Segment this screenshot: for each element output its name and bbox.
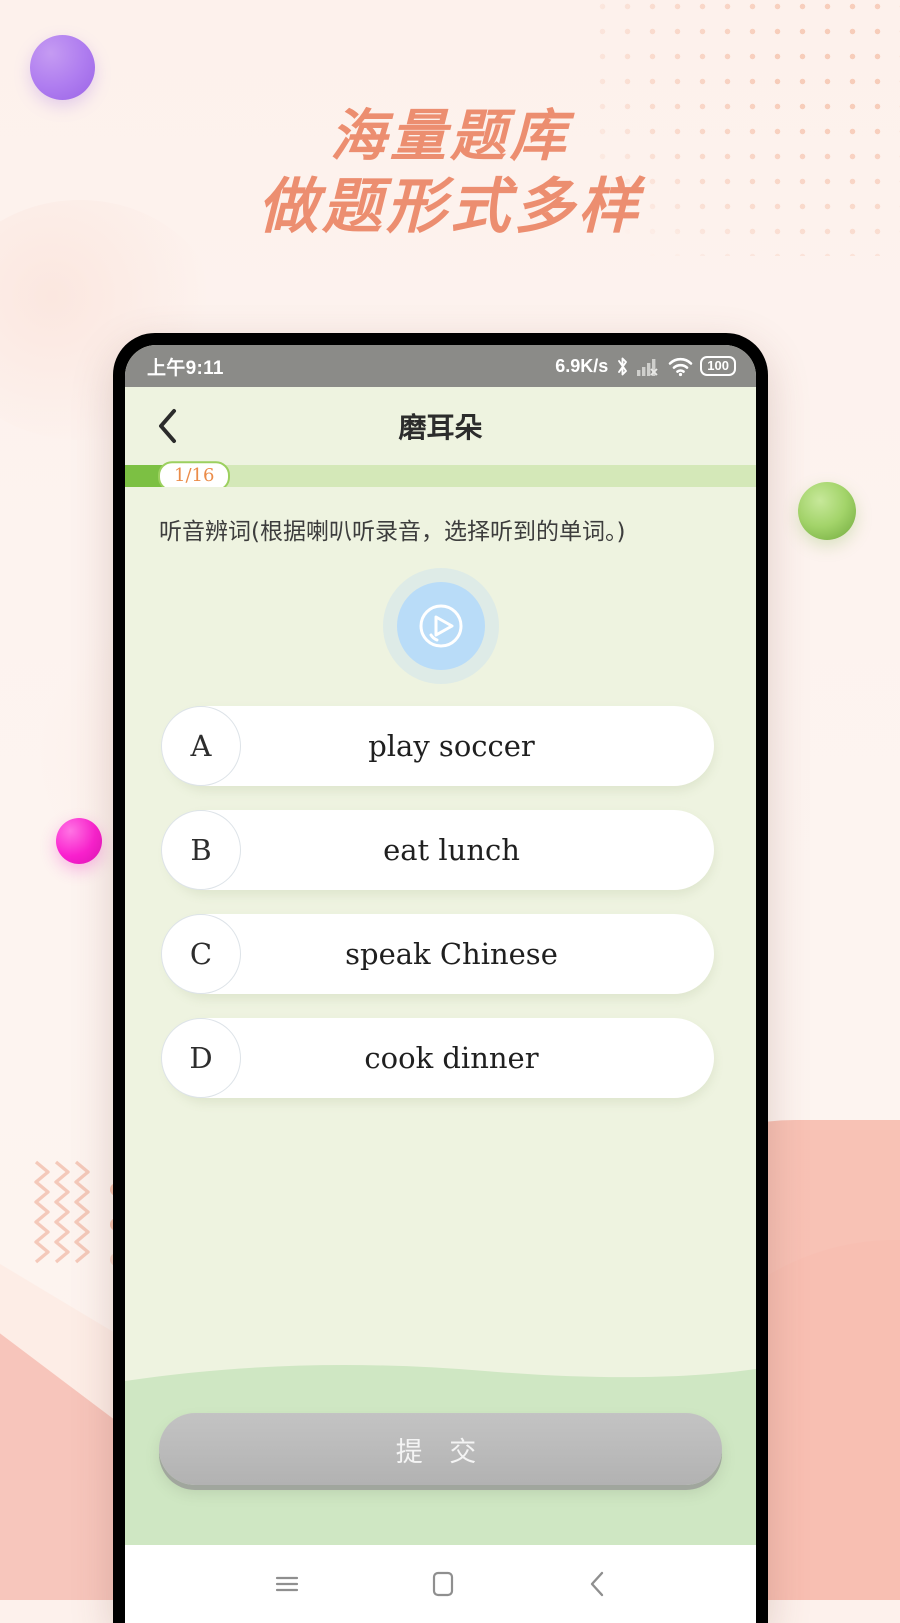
option-letter-badge: C (161, 914, 241, 995)
poster-headline: 海量题库 做题形式多样 (0, 104, 900, 245)
bluetooth-icon (615, 356, 630, 377)
home-button[interactable] (429, 1568, 457, 1600)
nav-back-button[interactable] (585, 1569, 609, 1599)
submit-button[interactable]: 提 交 (159, 1413, 722, 1485)
answer-option-a[interactable]: A play soccer (161, 706, 714, 787)
back-button[interactable] (147, 406, 187, 446)
headline-line-2: 做题形式多样 (258, 172, 642, 243)
battery-indicator: 100 (700, 355, 736, 377)
phone-screen: 上午9:11 6.9K/s 100 磨耳朵 1/16 听音辨词(根据喇叭听录音，… (125, 345, 756, 1623)
submit-footer: 提 交 (125, 1365, 756, 1545)
audio-player-area (125, 582, 756, 671)
option-letter-badge: D (161, 1018, 241, 1099)
option-text: play soccer (368, 729, 535, 764)
chevron-left-icon (590, 1571, 603, 1597)
option-text: eat lunch (383, 833, 520, 868)
recents-button[interactable] (273, 1570, 301, 1598)
answer-option-d[interactable]: D cook dinner (161, 1018, 714, 1099)
option-letter-badge: B (161, 810, 241, 891)
green-sphere-icon (798, 482, 856, 540)
question-prompt: 听音辨词(根据喇叭听录音，选择听到的单词。) (159, 519, 626, 545)
signal-bars-icon (637, 356, 661, 377)
android-navigation-bar (125, 1545, 756, 1623)
question-body: 听音辨词(根据喇叭听录音，选择听到的单词。) A play soccer B e… (125, 487, 756, 1385)
play-audio-button[interactable] (396, 582, 485, 671)
magenta-sphere-icon (56, 818, 102, 864)
chevron-left-icon (159, 409, 176, 443)
zigzag-pattern (34, 1160, 90, 1264)
menu-icon (275, 1576, 298, 1592)
answer-option-b[interactable]: B eat lunch (161, 810, 714, 891)
answer-options-list: A play soccer B eat lunch C speak Chines… (161, 706, 714, 1099)
play-circle-icon (419, 604, 462, 648)
answer-option-c[interactable]: C speak Chinese (161, 914, 714, 995)
status-bar-indicators: 6.9K/s 100 (555, 356, 736, 377)
square-icon (432, 1571, 453, 1597)
option-letter-badge: A (161, 706, 241, 787)
app-header: 磨耳朵 (125, 387, 756, 465)
status-bar: 上午9:11 6.9K/s 100 (125, 345, 756, 387)
wifi-icon (668, 356, 693, 377)
status-bar-network-speed: 6.9K/s (555, 355, 609, 376)
progress-bar: 1/16 (125, 461, 756, 491)
status-bar-time: 上午9:11 (147, 357, 224, 379)
footer-wave-decoration (125, 1359, 756, 1389)
page-title: 磨耳朵 (398, 411, 483, 444)
headline-line-1: 海量题库 (330, 104, 570, 169)
purple-sphere-icon (30, 35, 95, 100)
option-text: cook dinner (364, 1041, 539, 1076)
phone-mockup: 上午9:11 6.9K/s 100 磨耳朵 1/16 听音辨词(根据喇叭听录音，… (113, 333, 768, 1623)
option-text: speak Chinese (345, 937, 558, 972)
